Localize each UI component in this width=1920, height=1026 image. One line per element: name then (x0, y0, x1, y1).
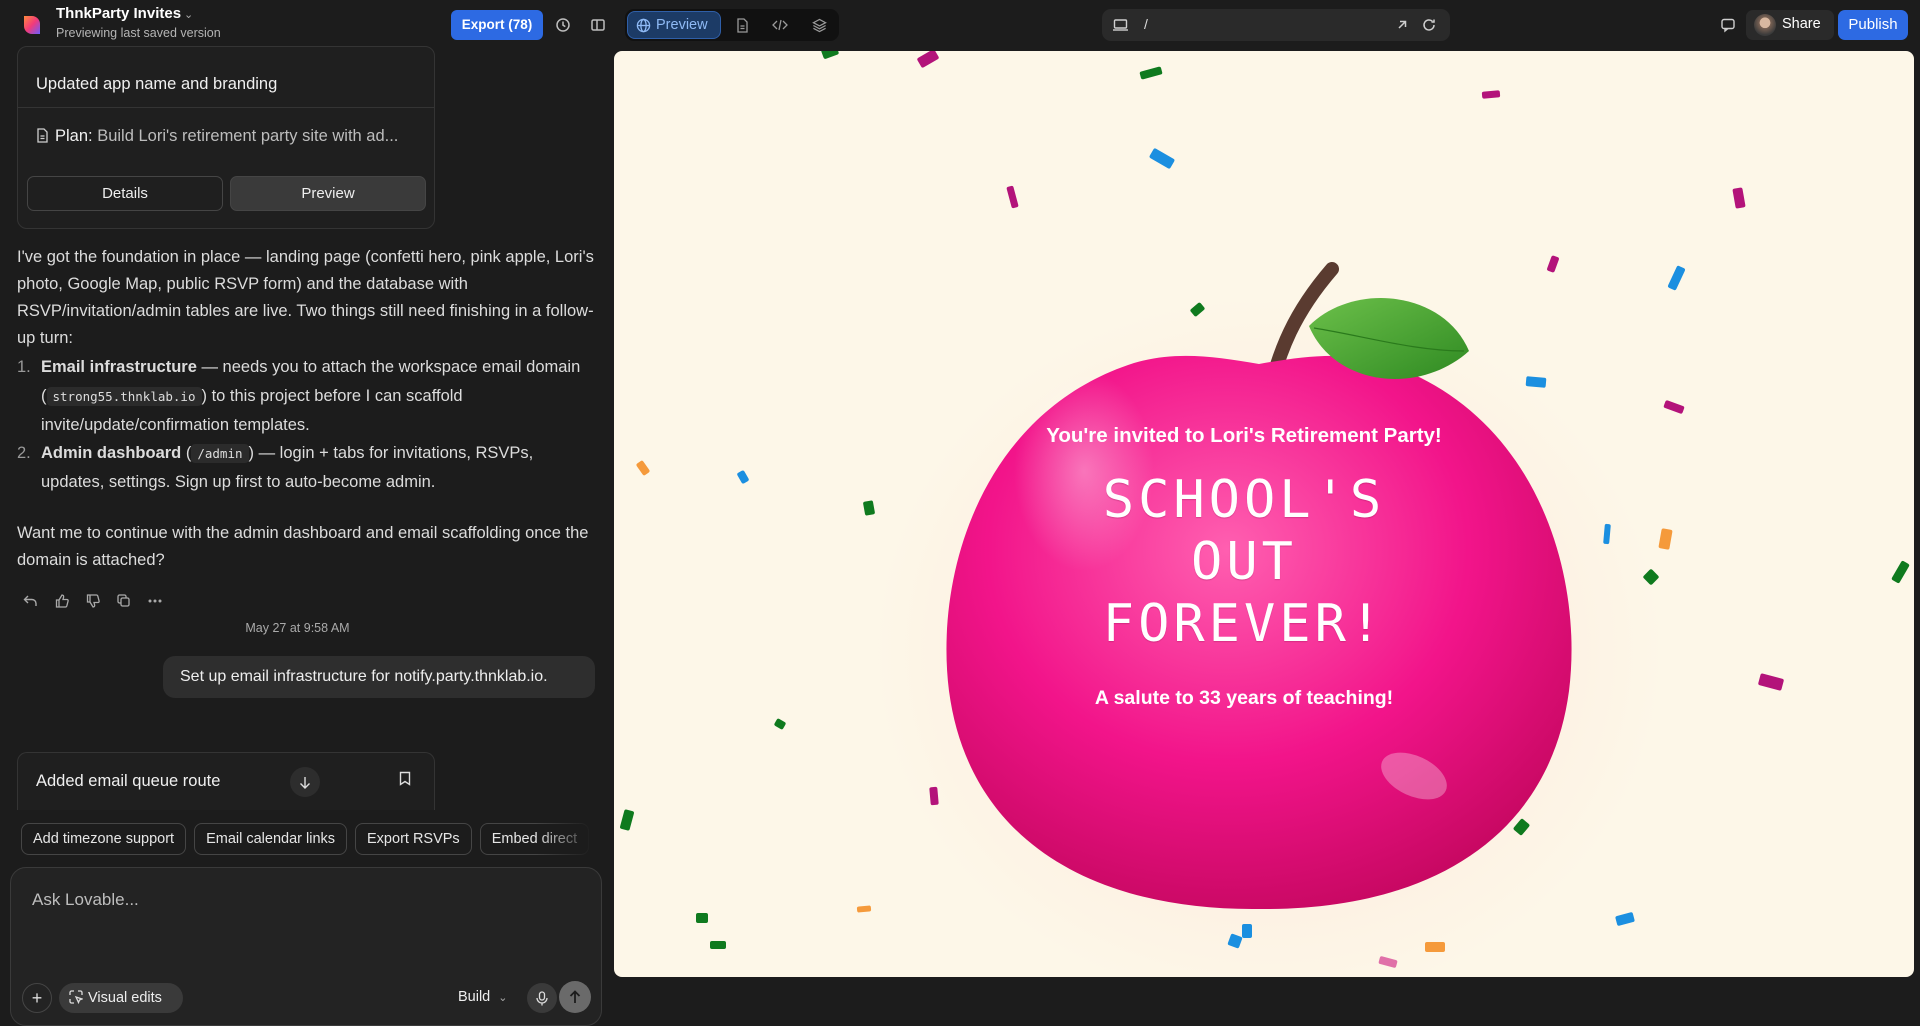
list-text: Email infrastructure — needs you to atta… (41, 353, 601, 440)
confetti-piece (696, 913, 708, 923)
confetti-piece (929, 786, 939, 806)
headline-line: FOREVER! (1102, 594, 1386, 654)
copy-icon[interactable] (115, 592, 132, 609)
headline-line: SCHOOL'S (1102, 470, 1386, 530)
thumbs-down-icon[interactable] (84, 592, 101, 609)
open-external-icon[interactable] (1395, 18, 1409, 32)
preview-button[interactable]: Preview (230, 176, 426, 211)
change-card-title: Updated app name and branding (36, 75, 278, 93)
list-text: Admin dashboard (/admin) — login + tabs … (41, 439, 601, 497)
suggestion-chips: Add timezone support Email calendar links… (21, 823, 595, 857)
mode-select[interactable]: Build ⌄ (458, 989, 508, 1005)
list-item: 1. Email infrastructure — needs you to a… (17, 353, 597, 434)
change-card-title: Added email queue route (36, 772, 221, 790)
url-path[interactable]: / (1144, 16, 1148, 32)
assistant-message-intro: I've got the foundation in place — landi… (17, 248, 594, 347)
microphone-icon (536, 990, 548, 1005)
plus-icon: + (31, 988, 43, 1008)
project-status: Previewing last saved version (56, 26, 221, 40)
confetti-piece (1425, 942, 1445, 952)
suggestion-chip[interactable]: Export RSVPs (355, 823, 472, 855)
visual-edits-button[interactable]: Visual edits (59, 983, 183, 1013)
confetti-piece (710, 941, 726, 949)
list-bold: Admin dashboard (41, 444, 182, 462)
chevron-down-icon[interactable]: ⌄ (184, 8, 193, 21)
chevron-down-icon: ⌄ (498, 992, 508, 1004)
plan-label: Plan: (55, 127, 93, 145)
plan-text: Build Lori's retirement party site with … (97, 127, 399, 145)
layers-icon[interactable] (808, 14, 830, 36)
undo-icon[interactable] (22, 592, 39, 609)
avatar (1754, 14, 1776, 36)
history-icon[interactable] (550, 12, 576, 38)
arrow-down-icon (300, 776, 310, 789)
cursor-select-icon (69, 990, 83, 1004)
add-attachment-button[interactable]: + (22, 983, 52, 1013)
chips-fade (535, 823, 595, 857)
sidebar-toggle-icon[interactable] (585, 12, 611, 38)
chat-input-placeholder[interactable]: Ask Lovable... (32, 890, 139, 910)
mode-label: Build (458, 989, 491, 1005)
list-number: 2. (17, 444, 31, 462)
globe-icon (636, 18, 651, 33)
change-card: Updated app name and branding Plan: Buil… (17, 46, 435, 229)
view-mode-group: Preview (625, 9, 839, 41)
code-icon[interactable] (769, 14, 791, 36)
share-label: Share (1782, 16, 1821, 32)
lovable-logo-icon[interactable] (20, 13, 44, 37)
visual-edits-label: Visual edits (88, 990, 162, 1006)
list-bold: Email infrastructure (41, 358, 197, 376)
device-icon[interactable] (1112, 18, 1129, 32)
invite-heading: You're invited to Lori's Retirement Part… (1046, 424, 1442, 447)
change-card: Added email queue route (17, 752, 435, 810)
tab-preview[interactable]: Preview (627, 11, 721, 39)
plan-link[interactable]: Plan: Build Lori's retirement party site… (36, 127, 398, 146)
message-timestamp: May 27 at 9:58 AM (245, 621, 350, 635)
thumbs-up-icon[interactable] (53, 592, 70, 609)
share-button[interactable]: Share (1746, 10, 1834, 40)
list-pre: ( (181, 444, 192, 462)
user-message: Set up email infrastructure for notify.p… (163, 656, 595, 698)
confetti-piece (1525, 376, 1547, 388)
divider (18, 107, 434, 108)
refresh-icon[interactable] (1421, 17, 1437, 33)
list-item: 2. Admin dashboard (/admin) — login + ta… (17, 439, 597, 499)
suggestion-chip[interactable]: Add timezone support (21, 823, 187, 855)
export-button[interactable]: Export (78) (451, 10, 543, 40)
chat-panel: Updated app name and branding Plan: Buil… (0, 46, 612, 1026)
more-options-icon[interactable] (146, 592, 163, 609)
top-bar: ThnkParty Invites ⌄ Previewing last save… (0, 0, 1920, 50)
chat-input-box[interactable]: Ask Lovable... + Visual edits Build ⌄ (10, 867, 602, 1026)
details-button[interactable]: Details (27, 176, 223, 211)
send-button[interactable] (559, 981, 591, 1013)
assistant-message-outro: Want me to continue with the admin dashb… (17, 524, 589, 569)
file-icon[interactable] (731, 14, 753, 36)
hero-headline: SCHOOL'S OUT FOREVER! (904, 469, 1584, 655)
chat-icon[interactable] (1715, 12, 1741, 38)
publish-button[interactable]: Publish (1838, 10, 1908, 40)
inline-code: /admin (191, 444, 249, 463)
microphone-button[interactable] (527, 983, 557, 1013)
list-number: 1. (17, 358, 31, 376)
headline-line: OUT (1191, 532, 1297, 592)
preview-frame[interactable]: You're invited to Lori's Retirement Part… (614, 51, 1914, 977)
document-icon (37, 128, 48, 143)
inline-code: strong55.thnklab.io (46, 387, 202, 406)
url-bar[interactable]: / (1102, 9, 1450, 41)
tab-preview-label: Preview (656, 17, 708, 33)
confetti-piece (856, 905, 872, 913)
project-name[interactable]: ThnkParty Invites (56, 5, 181, 22)
message-actions (22, 592, 163, 612)
arrow-up-icon (569, 990, 581, 1003)
bookmark-icon[interactable] (399, 771, 411, 791)
suggestion-chip[interactable]: Email calendar links (194, 823, 348, 855)
salute-subtitle: A salute to 33 years of teaching! (1094, 687, 1394, 709)
confetti-piece (1242, 924, 1252, 938)
scroll-down-button[interactable] (290, 767, 320, 797)
